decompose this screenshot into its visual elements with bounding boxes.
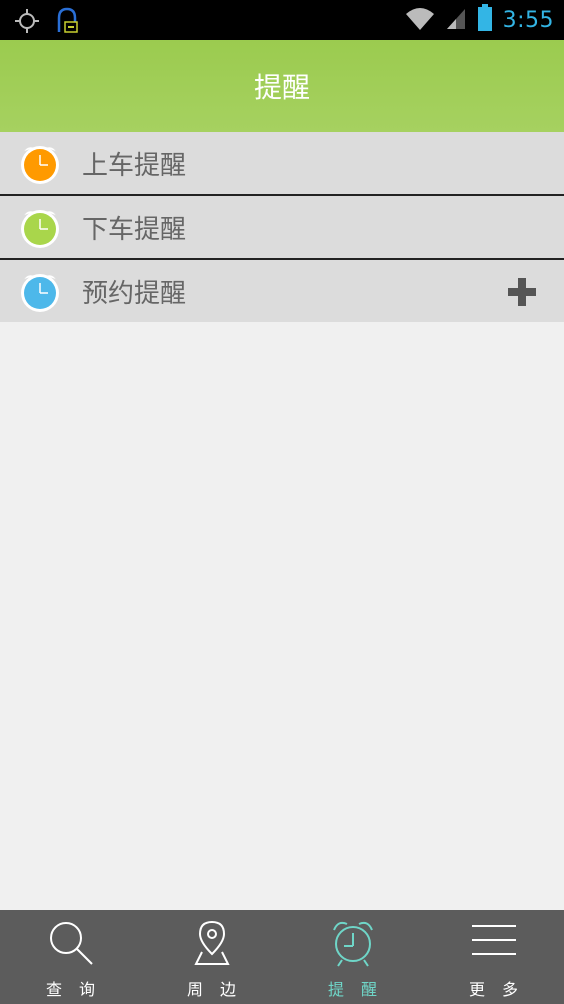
tab-label: 周 边 [186, 980, 243, 999]
tab-reminder[interactable]: 提 醒 [282, 910, 423, 1004]
search-icon [46, 918, 96, 968]
tab-label: 查 询 [45, 980, 102, 999]
menu-icon [469, 918, 519, 968]
app-header: 提醒 [0, 40, 564, 132]
reminder-label: 上车提醒 [82, 150, 187, 181]
reminder-list: 上车提醒 下车提醒 预约提醒 [0, 132, 564, 322]
page-title: 提醒 [253, 71, 310, 104]
tab-label: 更 多 [468, 980, 525, 999]
reminder-item-boarding[interactable]: 上车提醒 [0, 132, 564, 196]
alarm-clock-icon [18, 206, 62, 254]
reminder-item-appointment[interactable]: 预约提醒 [0, 260, 564, 322]
status-time: 3:55 [502, 7, 554, 33]
tab-search[interactable]: 查 询 [0, 910, 141, 1004]
notification-app-icon [54, 6, 80, 40]
battery-icon [477, 4, 493, 36]
tab-label: 提 醒 [327, 980, 384, 999]
add-appointment-icon[interactable] [508, 278, 536, 310]
status-bar: 3:55 [0, 0, 564, 40]
bottom-tab-bar: 查 询 周 边 提 醒 更 多 [0, 910, 564, 1004]
reminder-label: 预约提醒 [82, 278, 187, 309]
reminder-label: 下车提醒 [82, 214, 187, 245]
map-pin-icon [192, 918, 232, 968]
signal-icon [445, 5, 467, 35]
wifi-icon [405, 5, 435, 35]
gps-icon [14, 8, 40, 38]
reminder-item-alighting[interactable]: 下车提醒 [0, 196, 564, 260]
alarm-clock-icon [330, 918, 376, 968]
tab-nearby[interactable]: 周 边 [141, 910, 282, 1004]
tab-more[interactable]: 更 多 [423, 910, 564, 1004]
alarm-clock-icon [18, 270, 62, 318]
alarm-clock-icon [18, 142, 62, 190]
